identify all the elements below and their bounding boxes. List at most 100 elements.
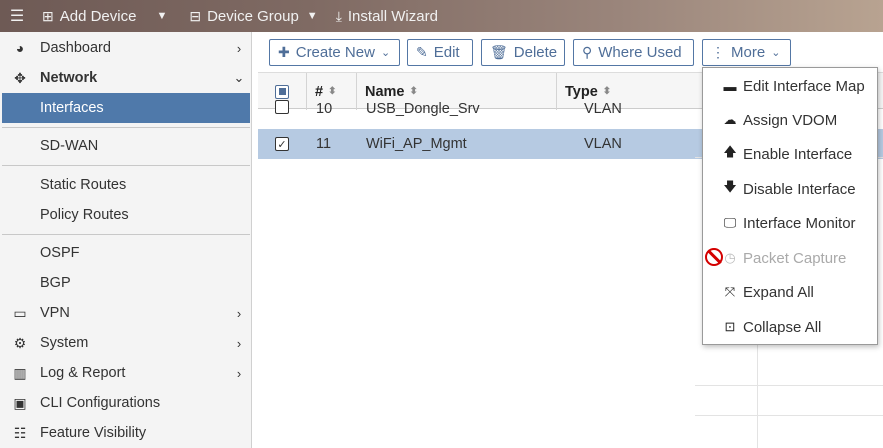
- sidebar-item-system[interactable]: ⚙ System ›: [2, 328, 250, 358]
- sidebar-divider: [2, 127, 250, 128]
- toolbar: ✚ Create New ⌄ ✎ Edit 🗑 Delete ⚲ Where U…: [258, 32, 883, 72]
- sort-icon[interactable]: ⬍: [410, 86, 418, 97]
- sidebar-item-label: Policy Routes: [40, 207, 129, 223]
- chevron-right-icon: ›: [236, 40, 242, 56]
- menu-item-enable-interface[interactable]: 🡅 Enable Interface: [703, 139, 877, 169]
- sidebar-item-ospf[interactable]: OSPF: [2, 238, 250, 268]
- trash-icon: 🗑: [490, 44, 508, 60]
- sidebar-item-label: Static Routes: [40, 177, 127, 193]
- chevron-right-icon: ›: [236, 305, 242, 321]
- monitor-icon: 🖵: [723, 215, 737, 230]
- add-device-caret-icon[interactable]: ▼: [156, 10, 167, 22]
- menu-item-label: Edit Interface Map: [743, 77, 865, 95]
- menu-item-packet-capture: ◷ Packet Capture: [703, 243, 877, 273]
- sidebar-item-dashboard[interactable]: ◕ Dashboard ›: [2, 33, 250, 63]
- chevron-right-icon: ›: [236, 335, 242, 351]
- chart-icon: ▥: [13, 364, 27, 381]
- menu-item-disable-interface[interactable]: 🡇 Disable Interface: [703, 174, 877, 204]
- install-wizard-label: Install Wizard: [347, 7, 438, 25]
- row-checkbox-cell[interactable]: ✓: [275, 129, 289, 159]
- terminal-icon: ▣: [13, 394, 27, 411]
- more-label: More: [731, 44, 766, 61]
- menu-item-label: Enable Interface: [743, 145, 853, 163]
- chevron-down-icon: ⌄: [771, 47, 781, 59]
- menu-item-edit-interface-map[interactable]: ▬ Edit Interface Map: [703, 71, 877, 101]
- sidebar-item-network[interactable]: ✥ Network ⌄: [2, 63, 250, 93]
- menu-item-label: Interface Monitor: [743, 214, 856, 232]
- sidebar-divider: [2, 234, 250, 235]
- sidebar-item-log-report[interactable]: ▥ Log & Report ›: [2, 358, 250, 388]
- chevron-down-icon: ⌄: [233, 70, 245, 85]
- dashboard-icon: ◕: [15, 40, 25, 56]
- sidebar-item-label: CLI Configurations: [40, 395, 161, 411]
- sidebar-divider: [2, 165, 250, 166]
- sidebar-item-label: VPN: [40, 305, 70, 321]
- select-all-checkbox[interactable]: [275, 84, 289, 99]
- sidebar: ◕ Dashboard › ✥ Network ⌄ Interfaces SD-…: [0, 32, 252, 448]
- grid-line: [695, 385, 883, 386]
- menu-item-label: Packet Capture: [743, 249, 847, 267]
- edit-icon: ✎: [416, 44, 428, 60]
- sidebar-item-label: Dashboard: [40, 40, 111, 56]
- kebab-icon: ⋮: [711, 44, 725, 60]
- menu-item-expand-all[interactable]: ⤧ Expand All: [703, 277, 877, 307]
- more-button[interactable]: ⋮ More ⌄: [702, 39, 791, 66]
- delete-button[interactable]: 🗑 Delete: [481, 39, 565, 66]
- where-used-button[interactable]: ⚲ Where Used: [573, 39, 694, 66]
- sort-icon[interactable]: ⬍: [328, 86, 336, 97]
- delete-label: Delete: [513, 44, 558, 61]
- menu-item-label: Assign VDOM: [743, 111, 838, 129]
- edit-button[interactable]: ✎ Edit: [407, 39, 473, 66]
- top-bar: ☰ ⊞ Add Device ▼ ⊟ Device Group ▼ ⤓ Inst…: [0, 0, 883, 32]
- collapse-icon: ⊡: [724, 319, 736, 334]
- network-icon: ✥: [14, 69, 26, 86]
- cell-name: WiFi_AP_Mgmt: [366, 136, 467, 152]
- edit-label: Edit: [433, 44, 460, 61]
- list-icon: ☷: [13, 424, 27, 441]
- sidebar-item-label: Interfaces: [40, 100, 104, 116]
- chevron-down-icon: ⌄: [380, 47, 391, 59]
- menu-item-interface-monitor[interactable]: 🖵 Interface Monitor: [703, 208, 877, 238]
- device-group-icon: ⊟: [189, 7, 202, 24]
- menu-item-label: Collapse All: [743, 318, 822, 336]
- sidebar-item-label: Feature Visibility: [40, 425, 147, 441]
- sidebar-item-static-routes[interactable]: Static Routes: [2, 170, 250, 200]
- search-icon: ⚲: [582, 44, 593, 60]
- row-checkbox-checked[interactable]: ✓: [275, 137, 289, 151]
- sidebar-item-bgp[interactable]: BGP: [2, 268, 250, 298]
- add-device-icon: ⊞: [42, 7, 54, 24]
- map-icon: ▬: [723, 78, 737, 94]
- row-checkbox-cell[interactable]: [275, 98, 289, 122]
- cell-type: VLAN: [584, 101, 622, 117]
- device-group-button[interactable]: ⊟ Device Group ▼: [189, 8, 317, 25]
- sidebar-item-vpn[interactable]: ▭ VPN ›: [2, 298, 250, 328]
- sidebar-item-policy-routes[interactable]: Policy Routes: [2, 200, 250, 230]
- sidebar-item-label: OSPF: [40, 245, 80, 261]
- add-device-button[interactable]: ⊞ Add Device: [42, 8, 136, 25]
- sidebar-item-sd-wan[interactable]: SD-WAN: [2, 131, 250, 161]
- sidebar-item-interfaces[interactable]: Interfaces: [2, 93, 250, 123]
- sidebar-item-cli-configurations[interactable]: ▣ CLI Configurations: [2, 388, 250, 418]
- gear-icon: ⚙: [13, 334, 27, 351]
- hamburger-menu-icon[interactable]: ☰: [4, 6, 30, 26]
- create-new-button[interactable]: ✚ Create New ⌄: [269, 39, 400, 66]
- cell-number: 10: [316, 101, 333, 117]
- expand-icon: ⤧: [724, 284, 736, 299]
- row-checkbox[interactable]: [275, 100, 289, 114]
- cell-type: VLAN: [584, 136, 622, 152]
- sidebar-item-feature-visibility[interactable]: ☷ Feature Visibility: [2, 418, 250, 448]
- sidebar-item-label: Network: [40, 70, 98, 86]
- menu-item-collapse-all[interactable]: ⊡ Collapse All: [703, 312, 877, 342]
- sidebar-item-label: System: [40, 335, 89, 351]
- not-allowed-icon: [705, 248, 723, 266]
- menu-item-label: Disable Interface: [743, 180, 856, 198]
- device-group-caret-icon: ▼: [306, 10, 318, 22]
- sort-icon[interactable]: ⬍: [603, 86, 611, 97]
- menu-item-assign-vdom[interactable]: ☁ Assign VDOM: [703, 105, 877, 135]
- add-device-label: Add Device: [59, 7, 137, 25]
- install-wizard-button[interactable]: ⤓ Install Wizard: [336, 8, 438, 25]
- sidebar-item-label: Log & Report: [40, 365, 126, 381]
- grid-line: [695, 415, 883, 416]
- chevron-right-icon: ›: [236, 365, 242, 381]
- arrow-down-icon: 🡇: [723, 179, 737, 194]
